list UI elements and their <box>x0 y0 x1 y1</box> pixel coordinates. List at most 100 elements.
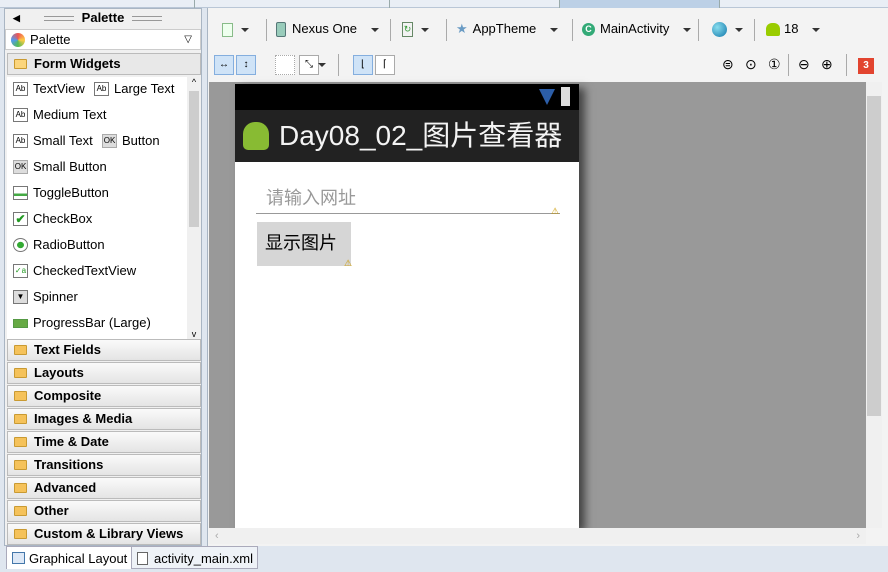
zoom-out-icon[interactable]: ⊖ <box>798 56 810 73</box>
category-images-media[interactable]: Images & Media <box>7 408 201 430</box>
category-transitions[interactable]: Transitions <box>7 454 201 476</box>
category-label: Layouts <box>34 365 84 380</box>
distribute-icon[interactable]: ⌈ <box>375 55 395 75</box>
category-composite[interactable]: Composite <box>7 385 201 407</box>
folder-icon <box>14 345 27 355</box>
layout-icon <box>12 552 25 564</box>
tab-graphical-layout[interactable]: Graphical Layout <box>6 546 133 569</box>
widget-label: CheckBox <box>33 211 93 226</box>
class-icon: C <box>582 23 595 37</box>
category-label: Transitions <box>34 457 104 472</box>
category-text-fields[interactable]: Text Fields <box>7 339 201 361</box>
fill-height-icon[interactable]: ↕ <box>236 55 256 75</box>
chevron-down-icon <box>683 27 692 32</box>
widget-label: ProgressBar (Large) <box>33 315 151 330</box>
palette-dropdown[interactable]: Palette ▽ <box>5 29 201 50</box>
category-time-date[interactable]: Time & Date <box>7 431 201 453</box>
checked-text-icon: ✓a <box>13 264 28 278</box>
checkbox-icon: ✔ <box>13 212 28 226</box>
widget-large-text[interactable]: Ab Large Text <box>92 79 174 99</box>
widget-textview[interactable]: Ab TextView <box>11 79 85 99</box>
category-label: Time & Date <box>34 434 109 449</box>
device-dropdown[interactable]: Nexus One <box>276 17 380 41</box>
widget-spinner[interactable]: ▼ Spinner <box>11 287 78 307</box>
margins-icon[interactable] <box>275 55 295 75</box>
layout-toolbar: ↔ ↕ ⤡ ⌊ ⌈ ⊜ ⊙ ① ⊖ ⊕ 3 <box>208 52 888 78</box>
scrollbar-thumb[interactable] <box>867 96 881 416</box>
widget-medium-text[interactable]: Ab Medium Text <box>11 105 106 125</box>
category-other[interactable]: Other <box>7 500 201 522</box>
fill-width-icon[interactable]: ↔ <box>214 55 234 75</box>
warning-icon: ⚠ <box>344 258 353 268</box>
theme-dropdown[interactable]: ★ AppTheme <box>456 17 559 41</box>
wifi-icon <box>539 89 555 105</box>
chevron-down-icon[interactable] <box>318 63 326 67</box>
tab-label: activity_main.xml <box>154 551 253 566</box>
widget-small-text[interactable]: Ab Small Text <box>11 131 93 151</box>
orientation-dropdown[interactable]: ↻ <box>402 17 429 41</box>
editor-tab[interactable] <box>195 0 390 8</box>
widget-togglebutton[interactable]: ToggleButton <box>11 183 109 203</box>
widget-label: Small Button <box>33 159 107 174</box>
device-label: Nexus One <box>292 21 358 36</box>
android-icon <box>766 23 780 37</box>
locale-dropdown[interactable] <box>712 17 743 41</box>
category-form-widgets[interactable]: Form Widgets <box>7 53 201 75</box>
widget-button[interactable]: OK Button <box>100 131 160 151</box>
app-icon <box>243 122 269 150</box>
widget-label: Medium Text <box>33 107 107 122</box>
widget-progressbar-large[interactable]: ProgressBar (Large) <box>11 313 151 333</box>
textview-icon: Ab <box>94 82 109 96</box>
bottom-tabs: Graphical Layout activity_main.xml <box>0 546 888 572</box>
widget-radiobutton[interactable]: RadioButton <box>11 235 105 255</box>
editor-tab[interactable] <box>0 0 195 8</box>
zoom-real-size-icon[interactable]: ⊜ <box>722 56 734 73</box>
category-label: Custom & Library Views <box>34 526 184 541</box>
config-dropdown[interactable] <box>222 17 249 41</box>
rotate-icon: ↻ <box>402 22 413 38</box>
canvas-horizontal-scrollbar[interactable]: ‹ › <box>209 528 866 544</box>
palette-dropdown-label: Palette <box>30 32 71 47</box>
editor-tab-active[interactable] <box>560 0 720 8</box>
error-badge[interactable]: 3 <box>858 58 874 74</box>
collapse-arrow-icon[interactable]: ◀ <box>13 9 20 27</box>
spinner-icon: ▼ <box>13 290 28 304</box>
editor-tab[interactable] <box>390 0 560 8</box>
theme-label: AppTheme <box>472 21 537 36</box>
category-layouts[interactable]: Layouts <box>7 362 201 384</box>
config-icon <box>222 22 233 37</box>
widget-label: Spinner <box>33 289 78 304</box>
xml-file-icon <box>137 552 148 565</box>
tab-activity-main-xml[interactable]: activity_main.xml <box>131 546 258 569</box>
category-label: Form Widgets <box>34 56 121 71</box>
zoom-fit-icon[interactable]: ⊙ <box>745 56 757 73</box>
device-preview: Day08_02_图片查看器 请输入网址 ⚠ 显示图片 ⚠ <box>235 84 579 528</box>
widget-checkedtextview[interactable]: ✓a CheckedTextView <box>11 261 136 281</box>
activity-label: MainActivity <box>600 21 670 36</box>
scrollbar-thumb[interactable] <box>189 91 199 227</box>
palette-panel: ◀ Palette Palette ▽ Form Widgets Ab TextV… <box>4 8 202 546</box>
config-toolbar: Nexus One ↻ ★ AppTheme C MainActivity 18 <box>208 17 888 41</box>
widget-checkbox[interactable]: ✔ CheckBox <box>11 209 92 229</box>
category-custom-library-views[interactable]: Custom & Library Views <box>7 523 201 545</box>
textview-icon: Ab <box>13 82 28 96</box>
zoom-in-icon[interactable]: ⊕ <box>821 56 833 73</box>
widget-list-scrollbar[interactable]: ^ v <box>187 77 201 339</box>
show-image-button[interactable]: 显示图片 <box>257 222 351 266</box>
gravity-icon[interactable]: ⤡ <box>299 55 319 75</box>
api-level-label: 18 <box>784 21 799 36</box>
phone-icon <box>276 22 286 38</box>
category-advanced[interactable]: Advanced <box>7 477 201 499</box>
folder-icon <box>14 460 27 470</box>
api-level-dropdown[interactable]: 18 <box>766 17 821 41</box>
layout-editor: Nexus One ↻ ★ AppTheme C MainActivity 18 ↔… <box>207 8 888 546</box>
widget-small-button[interactable]: OK Small Button <box>11 157 107 177</box>
design-canvas: Day08_02_图片查看器 请输入网址 ⚠ 显示图片 ⚠ <box>209 82 866 528</box>
zoom-100-icon[interactable]: ① <box>768 56 781 73</box>
activity-dropdown[interactable]: C MainActivity <box>582 17 692 41</box>
folder-icon <box>14 368 27 378</box>
baseline-icon[interactable]: ⌊ <box>353 55 373 75</box>
category-label: Images & Media <box>34 411 133 426</box>
canvas-vertical-scrollbar[interactable] <box>866 82 882 528</box>
url-edittext[interactable]: 请输入网址 <box>256 184 560 214</box>
